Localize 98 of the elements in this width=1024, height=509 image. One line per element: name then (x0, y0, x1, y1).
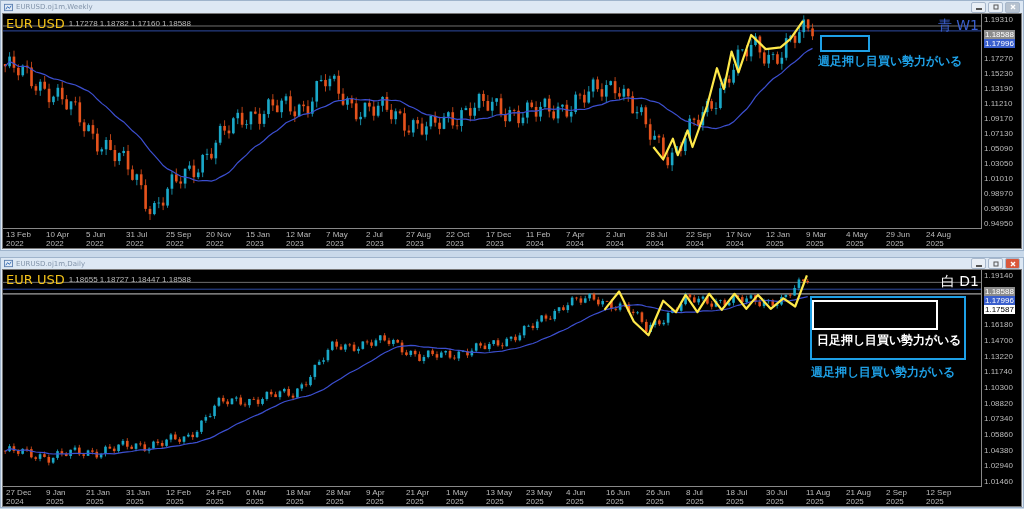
price-axis-label: 1.13220 (984, 351, 1014, 361)
price-tag: 1.17587 (984, 304, 1015, 314)
time-axis-label: 27 Aug 2023 (406, 229, 432, 248)
price-axis-label: 1.11740 (984, 367, 1014, 377)
time-axis-label: 4 Jun 2025 (566, 487, 587, 506)
time-axis-label: 16 Jun 2025 (606, 487, 632, 506)
timeframe-label: 白 D1 (940, 273, 979, 291)
price-axis-label: 1.05090 (984, 144, 1014, 153)
timeframe-label: 青 W1 (937, 17, 979, 35)
minimize-icon (975, 8, 982, 10)
time-axis-label: 31 Jul 2022 (126, 229, 149, 248)
price-axis-label: 0.94950 (984, 219, 1014, 228)
price-axis-label: 1.19310 (984, 15, 1014, 24)
time-axis-label: 2 Sep 2025 (886, 487, 908, 506)
annotation-text: 週足押し目買い勢力がいる (818, 53, 962, 70)
time-axis-label: 5 Jun 2022 (86, 229, 107, 248)
price-axis-label: 1.07130 (984, 129, 1014, 138)
time-axis-label: 28 Jul 2024 (646, 229, 669, 248)
symbol-label: EUR USD (6, 16, 65, 31)
time-axis-label: 23 May 2025 (526, 487, 554, 506)
time-axis-label: 12 Feb 2025 (166, 487, 192, 506)
time-axis-label: 18 Mar 2025 (286, 487, 312, 506)
price-axis-label: 1.10300 (984, 382, 1014, 392)
time-axis-label: 11 Aug 2025 (806, 487, 832, 506)
price-axis-label: 1.09170 (984, 114, 1014, 123)
time-axis-label: 24 Aug 2025 (926, 229, 952, 248)
price-tag: 1.18588 (984, 30, 1015, 39)
time-axis-label: 24 Feb 2025 (206, 487, 232, 506)
time-axis-label: 29 Jun 2025 (886, 229, 912, 248)
time-axis-label: 12 Sep 2025 (926, 487, 953, 506)
time-axis-label: 1 May 2025 (446, 487, 469, 506)
minimize-button[interactable] (971, 1, 986, 13)
time-axis-label: 10 Apr 2022 (46, 229, 71, 248)
time-axis-label: 27 Dec 2024 (6, 487, 33, 506)
price-axis-label: 1.01460 (984, 476, 1014, 486)
minimize-button[interactable] (971, 258, 986, 269)
restore-icon (990, 2, 1001, 12)
time-axis-label: 2 Jul 2023 (366, 229, 385, 248)
time-axis-label: 21 Jan 2025 (86, 487, 112, 506)
time-axis-label: 4 May 2025 (846, 229, 869, 248)
time-axis-label: 9 Mar 2025 (806, 229, 828, 248)
price-axis-label: 1.07340 (984, 414, 1014, 424)
restore-icon (990, 258, 1001, 269)
price-axis-label: 0.98970 (984, 189, 1014, 198)
price-axis-label: 1.01010 (984, 174, 1014, 183)
time-axis-label: 7 May 2023 (326, 229, 349, 248)
price-axis-label: 1.04380 (984, 445, 1014, 455)
ohlc-values: 1.18655 1.18727 1.18447 1.18588 (68, 275, 191, 284)
time-axis-label: 18 Jul 2025 (726, 487, 749, 506)
time-axis-label: 26 Jun 2025 (646, 487, 672, 506)
time-axis-label: 22 Oct 2023 (446, 229, 471, 248)
time-axis-label: 11 Feb 2024 (526, 229, 552, 248)
price-tag: 1.18588 (984, 286, 1015, 296)
time-axis-label: 17 Dec 2023 (486, 229, 513, 248)
symbol-label: EUR USD (6, 272, 65, 287)
price-axis-label: 1.14700 (984, 335, 1014, 345)
time-axis-label: 9 Apr 2025 (366, 487, 386, 506)
time-axis-label: 7 Apr 2024 (566, 229, 586, 248)
price-axis-label: 1.19140 (984, 271, 1014, 280)
price-axis-label: 1.16180 (984, 320, 1014, 330)
price-axis-label: 1.11210 (984, 99, 1014, 108)
price-axis-label: 1.03050 (984, 159, 1014, 168)
time-axis-label: 15 Jan 2023 (246, 229, 272, 248)
time-axis-label: 28 Mar 2025 (326, 487, 352, 506)
restore-button[interactable] (988, 1, 1003, 13)
restore-button[interactable] (988, 258, 1003, 269)
price-axis-label: 1.15230 (984, 69, 1014, 78)
price-axis-label: 1.08820 (984, 398, 1014, 408)
price-axis-label: 1.05860 (984, 429, 1014, 439)
time-axis-label: 2 Jun 2024 (606, 229, 627, 248)
price-axis-label: 1.17270 (984, 54, 1014, 63)
annotation-text: 日足押し目買い勢力がいる (817, 332, 961, 349)
time-axis-label: 17 Nov 2024 (726, 229, 753, 248)
price-axis-label: 0.96930 (984, 204, 1014, 213)
time-axis-label: 12 Mar 2023 (286, 229, 312, 248)
time-axis-label: 22 Sep 2024 (686, 229, 713, 248)
price-axis-label: 1.02940 (984, 461, 1014, 471)
time-axis-label: 30 Jul 2025 (766, 487, 789, 506)
time-axis-label: 21 Aug 2025 (846, 487, 872, 506)
time-axis-label: 21 Apr 2025 (406, 487, 431, 506)
time-axis-label: 13 Feb 2022 (6, 229, 32, 248)
annotation-text: 週足押し目買い勢力がいる (811, 364, 955, 381)
price-axis-label: 1.13190 (984, 84, 1014, 93)
time-axis-label: 13 May 2025 (486, 487, 514, 506)
close-button[interactable] (1005, 258, 1020, 269)
time-axis-label: 20 Nov 2022 (206, 229, 233, 248)
close-button[interactable] (1005, 1, 1020, 13)
ohlc-values: 1.17278 1.18782 1.17160 1.18588 (68, 19, 191, 28)
time-axis-label: 6 Mar 2025 (246, 487, 268, 506)
price-tag: 1.17996 (984, 295, 1015, 305)
annotation-frame (820, 35, 870, 52)
time-axis-label: 31 Jan 2025 (126, 487, 152, 506)
time-axis-label: 8 Jul 2025 (686, 487, 705, 506)
time-axis-label: 9 Jan 2025 (46, 487, 67, 506)
minimize-icon (975, 264, 982, 267)
price-tag: 1.17996 (984, 39, 1015, 48)
time-axis-label: 12 Jan 2025 (766, 229, 792, 248)
time-axis-label: 25 Sep 2022 (166, 229, 193, 248)
